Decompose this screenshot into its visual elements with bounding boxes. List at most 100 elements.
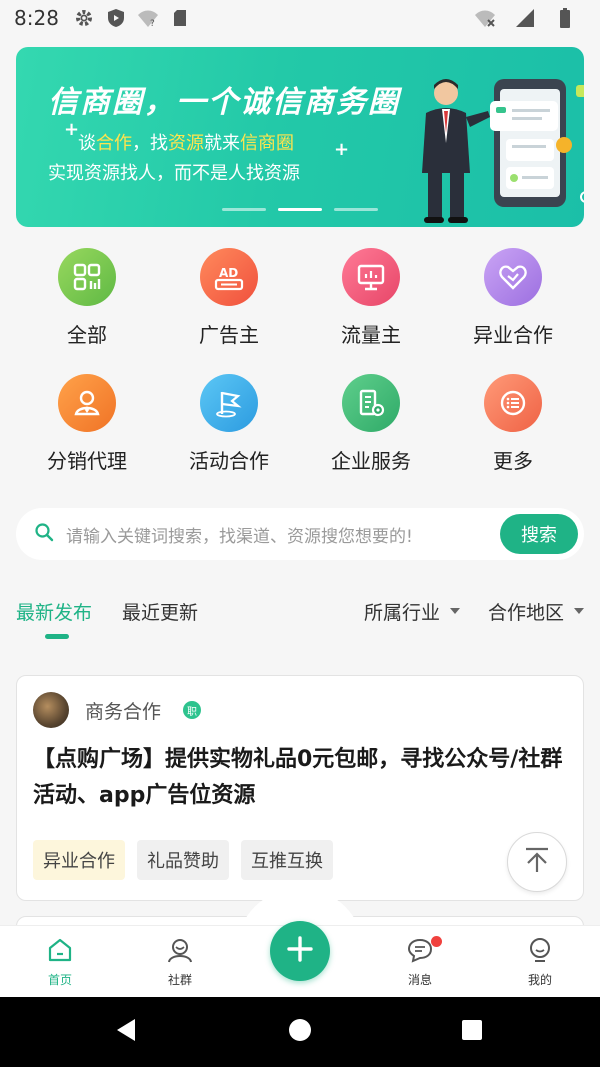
category-event-cooperation[interactable]: 活动合作 — [158, 374, 300, 474]
handshake-heart-icon — [484, 248, 542, 306]
recents-square-icon — [461, 1019, 483, 1045]
list-icon — [484, 374, 542, 432]
profile-icon — [527, 937, 553, 967]
add-post-button[interactable] — [270, 921, 330, 981]
post-tag[interactable]: 互推互换 — [241, 840, 333, 880]
category-grid: 全部 AD 广告主 流量主 异业合作 分销代理 活动合作 企业服务 更多 — [16, 248, 584, 474]
banner-dot[interactable] — [334, 208, 378, 211]
search-button[interactable]: 搜索 — [500, 514, 578, 554]
active-tab-indicator — [45, 634, 69, 639]
post-category: 商务合作 — [85, 700, 162, 723]
feed-tabs: 最新发布 最近更新 所属行业 合作地区 — [16, 596, 584, 626]
slogan-highlight: 信商圈 — [240, 133, 294, 154]
tab-recently-updated[interactable]: 最近更新 — [122, 598, 198, 625]
filter-label: 所属行业 — [363, 601, 440, 624]
category-more[interactable]: 更多 — [442, 374, 584, 474]
flag-icon — [200, 374, 258, 432]
banner-plus-decoration: + — [64, 119, 80, 140]
banner-dot[interactable] — [222, 208, 266, 211]
notification-dot — [431, 936, 442, 947]
home-icon — [47, 937, 73, 967]
category-cross-industry[interactable]: 异业合作 — [442, 248, 584, 348]
svg-text:AD: AD — [219, 266, 238, 280]
filter-industry[interactable]: 所属行业 — [364, 598, 460, 625]
nav-label: 首页 — [47, 972, 72, 987]
back-triangle-icon — [114, 1017, 138, 1047]
nav-community[interactable]: 社群 — [120, 926, 240, 998]
post-title[interactable]: 【点购广场】提供实物礼品0元包邮，寻找公众号/社群活动、app广告位资源 — [33, 742, 573, 814]
banner-subtitle: 实现资源找人，而不是人找资源 — [48, 163, 300, 184]
banner-plus-decoration: + — [334, 139, 350, 160]
wifi-off-icon — [474, 7, 496, 29]
search-input[interactable]: 请输入关键词搜索，找渠道、资源搜您想要的! — [66, 522, 500, 547]
back-button[interactable] — [86, 997, 166, 1067]
verified-badge: 职 — [183, 701, 202, 719]
signal-icon — [514, 7, 536, 29]
avatar[interactable] — [33, 692, 69, 728]
home-button[interactable] — [260, 997, 340, 1067]
search-bar[interactable]: 请输入关键词搜索，找渠道、资源搜您想要的! 搜索 — [16, 508, 584, 560]
sd-card-icon — [169, 7, 191, 29]
category-advertiser[interactable]: AD 广告主 — [158, 248, 300, 348]
recents-button[interactable] — [432, 997, 512, 1067]
category-traffic-owner[interactable]: 流量主 — [300, 248, 442, 348]
category-label: 分销代理 — [47, 449, 127, 473]
message-icon — [407, 937, 433, 967]
businessman-phone-illustration — [416, 73, 584, 227]
post-tags: 异业合作 礼品赞助 互推互换 — [33, 840, 333, 880]
svg-text:?: ? — [150, 19, 155, 28]
banner-title: 信商圈，一个诚信商务圈 — [48, 85, 400, 120]
banner-slogan: 谈合作，找资源就来信商圈 — [78, 129, 294, 155]
nav-label: 我的 — [527, 972, 552, 987]
nav-home[interactable]: 首页 — [0, 926, 120, 998]
post-card[interactable]: 商务合作 职 【点购广场】提供实物礼品0元包邮，寻找公众号/社群活动、app广告… — [16, 675, 584, 901]
community-icon — [166, 937, 194, 967]
caret-down-icon — [449, 608, 460, 614]
category-enterprise-service[interactable]: 企业服务 — [300, 374, 442, 474]
post-header: 商务合作 职 — [33, 692, 202, 728]
category-label: 活动合作 — [189, 449, 269, 473]
slogan-part: 就来 — [204, 133, 240, 154]
wifi-question-icon: ? — [137, 7, 159, 29]
tab-latest[interactable]: 最新发布 — [16, 598, 92, 625]
slogan-highlight: 合作 — [96, 133, 132, 154]
category-label: 企业服务 — [331, 449, 411, 473]
filter-group: 所属行业 合作地区 — [364, 598, 584, 625]
home-circle-icon — [288, 1018, 312, 1046]
post-tag[interactable]: 礼品赞助 — [137, 840, 229, 880]
plus-icon — [285, 934, 315, 968]
shield-icon — [105, 7, 127, 29]
banner-dot-active[interactable] — [278, 208, 322, 211]
arrow-up-icon — [524, 846, 550, 878]
status-bar: 8:28 ? — [0, 0, 600, 36]
category-label: 全部 — [67, 323, 107, 347]
slogan-highlight: 资源 — [168, 133, 204, 154]
post-tag[interactable]: 异业合作 — [33, 840, 125, 880]
nav-messages[interactable]: 消息 — [360, 926, 480, 998]
promo-banner[interactable]: 信商圈，一个诚信商务圈 + + 谈合作，找资源就来信商圈 实现资源找人，而不是人… — [16, 47, 584, 227]
ad-icon: AD — [200, 248, 258, 306]
caret-down-icon — [574, 608, 584, 614]
category-all[interactable]: 全部 — [16, 248, 158, 348]
slogan-part: 谈 — [78, 133, 96, 154]
category-label: 异业合作 — [473, 323, 553, 347]
company-icon — [342, 374, 400, 432]
agent-icon — [58, 374, 116, 432]
slogan-part: ，找 — [132, 133, 168, 154]
gear-icon — [73, 7, 95, 29]
system-nav-bar — [0, 997, 600, 1067]
banner-pagination — [222, 208, 378, 211]
nav-profile[interactable]: 我的 — [480, 926, 600, 998]
category-label: 流量主 — [341, 323, 401, 347]
grid-icon — [58, 248, 116, 306]
category-distribution-agent[interactable]: 分销代理 — [16, 374, 158, 474]
category-label: 广告主 — [199, 323, 259, 347]
nav-label: 消息 — [407, 972, 432, 987]
battery-icon — [554, 7, 576, 29]
status-time: 8:28 — [14, 6, 59, 30]
nav-label: 社群 — [167, 972, 192, 987]
filter-region[interactable]: 合作地区 — [488, 598, 584, 625]
back-to-top-button[interactable] — [507, 832, 567, 892]
category-label: 更多 — [493, 449, 533, 473]
filter-label: 合作地区 — [487, 601, 564, 624]
